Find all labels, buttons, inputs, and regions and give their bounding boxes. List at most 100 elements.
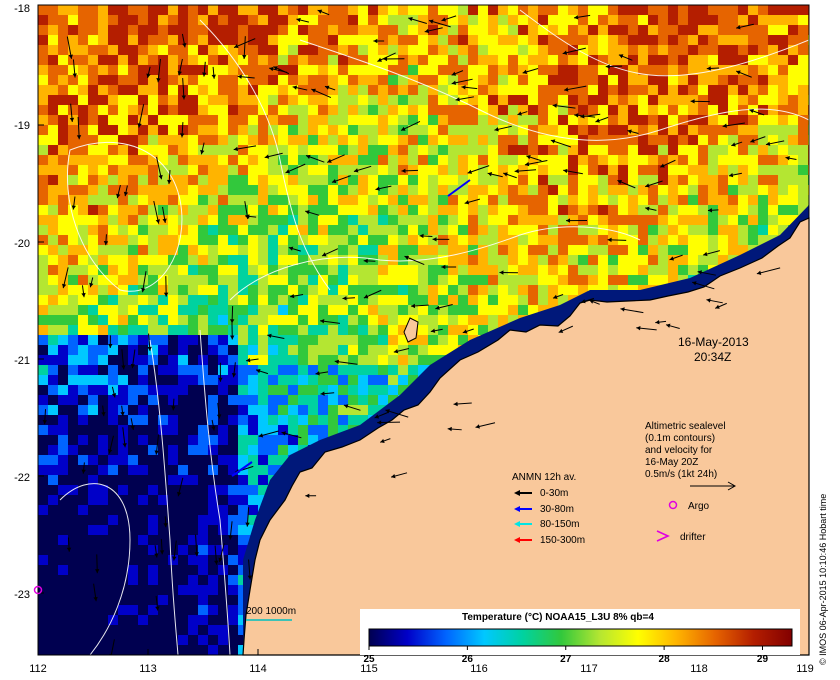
sst-cell bbox=[188, 155, 198, 165]
sst-cell bbox=[498, 195, 508, 205]
sst-cell bbox=[228, 435, 238, 445]
sst-cell bbox=[428, 245, 438, 255]
sst-cell bbox=[48, 355, 58, 365]
sst-cell bbox=[598, 45, 608, 55]
sst-cell bbox=[148, 235, 158, 245]
sst-cell bbox=[418, 325, 428, 335]
sst-cell bbox=[108, 575, 118, 585]
sst-cell bbox=[118, 335, 128, 345]
sst-cell bbox=[98, 355, 108, 365]
sst-cell bbox=[548, 275, 558, 285]
sst-cell bbox=[728, 35, 738, 45]
sst-cell bbox=[168, 5, 178, 15]
sst-cell bbox=[58, 125, 68, 135]
sst-cell bbox=[278, 305, 288, 315]
sst-cell bbox=[188, 475, 198, 485]
sst-cell bbox=[268, 365, 278, 375]
sst-cell bbox=[318, 105, 328, 115]
sst-cell bbox=[718, 85, 728, 95]
sst-cell bbox=[318, 75, 328, 85]
sst-cell bbox=[328, 115, 338, 125]
sst-cell bbox=[228, 105, 238, 115]
sst-cell bbox=[348, 195, 358, 205]
sst-cell bbox=[458, 135, 468, 145]
sst-cell bbox=[638, 35, 648, 45]
sst-cell bbox=[388, 255, 398, 265]
sst-cell bbox=[58, 245, 68, 255]
sst-cell bbox=[718, 175, 728, 185]
sst-cell bbox=[38, 615, 48, 625]
sst-cell bbox=[288, 135, 298, 145]
sst-cell bbox=[628, 265, 638, 275]
sst-cell bbox=[158, 115, 168, 125]
sst-cell bbox=[228, 325, 238, 335]
sst-cell bbox=[258, 405, 268, 415]
sst-cell bbox=[508, 185, 518, 195]
sst-cell bbox=[708, 95, 718, 105]
sst-cell bbox=[438, 345, 448, 355]
sst-cell bbox=[448, 285, 458, 295]
sst-cell bbox=[678, 35, 688, 45]
sst-cell bbox=[288, 335, 298, 345]
sst-cell bbox=[98, 465, 108, 475]
sst-cell bbox=[368, 375, 378, 385]
sst-cell bbox=[598, 145, 608, 155]
sst-cell bbox=[218, 145, 228, 155]
sst-cell bbox=[428, 275, 438, 285]
sst-cell bbox=[768, 125, 778, 135]
sst-cell bbox=[598, 85, 608, 95]
sst-cell bbox=[788, 95, 798, 105]
sst-cell bbox=[378, 235, 388, 245]
sst-cell bbox=[128, 265, 138, 275]
sst-cell bbox=[138, 635, 148, 645]
sst-cell bbox=[258, 45, 268, 55]
sst-cell bbox=[268, 395, 278, 405]
sst-cell bbox=[48, 55, 58, 65]
sst-cell bbox=[768, 225, 778, 235]
sst-cell bbox=[158, 5, 168, 15]
sst-cell bbox=[558, 55, 568, 65]
sst-cell bbox=[648, 155, 658, 165]
sst-cell bbox=[288, 35, 298, 45]
sst-cell bbox=[138, 395, 148, 405]
sst-cell bbox=[228, 25, 238, 35]
sst-cell bbox=[618, 175, 628, 185]
sst-cell bbox=[228, 195, 238, 205]
sst-cell bbox=[108, 165, 118, 175]
sst-cell bbox=[798, 55, 808, 65]
sst-cell bbox=[118, 75, 128, 85]
sst-cell bbox=[388, 355, 398, 365]
sst-cell bbox=[448, 275, 458, 285]
sst-cell bbox=[108, 515, 118, 525]
sst-cell bbox=[98, 115, 108, 125]
sst-cell bbox=[58, 135, 68, 145]
sst-cell bbox=[688, 145, 698, 155]
sst-cell bbox=[378, 355, 388, 365]
sst-cell bbox=[548, 125, 558, 135]
sst-cell bbox=[328, 5, 338, 15]
sst-cell bbox=[48, 465, 58, 475]
sst-cell bbox=[298, 215, 308, 225]
sst-cell bbox=[78, 525, 88, 535]
sst-cell bbox=[308, 185, 318, 195]
sst-cell bbox=[578, 275, 588, 285]
sst-cell bbox=[718, 45, 728, 55]
sst-cell bbox=[158, 45, 168, 55]
sst-cell bbox=[188, 255, 198, 265]
sst-cell bbox=[308, 345, 318, 355]
sst-cell bbox=[278, 225, 288, 235]
sst-cell bbox=[708, 85, 718, 95]
sst-cell bbox=[308, 285, 318, 295]
sst-cell bbox=[198, 115, 208, 125]
sst-cell bbox=[298, 95, 308, 105]
sst-cell bbox=[488, 105, 498, 115]
sst-cell bbox=[168, 15, 178, 25]
sst-cell bbox=[108, 425, 118, 435]
sst-cell bbox=[98, 215, 108, 225]
sst-cell bbox=[298, 285, 308, 295]
sst-cell bbox=[758, 135, 768, 145]
sst-cell bbox=[38, 275, 48, 285]
sst-cell bbox=[388, 25, 398, 35]
sst-cell bbox=[348, 275, 358, 285]
sst-cell bbox=[88, 495, 98, 505]
